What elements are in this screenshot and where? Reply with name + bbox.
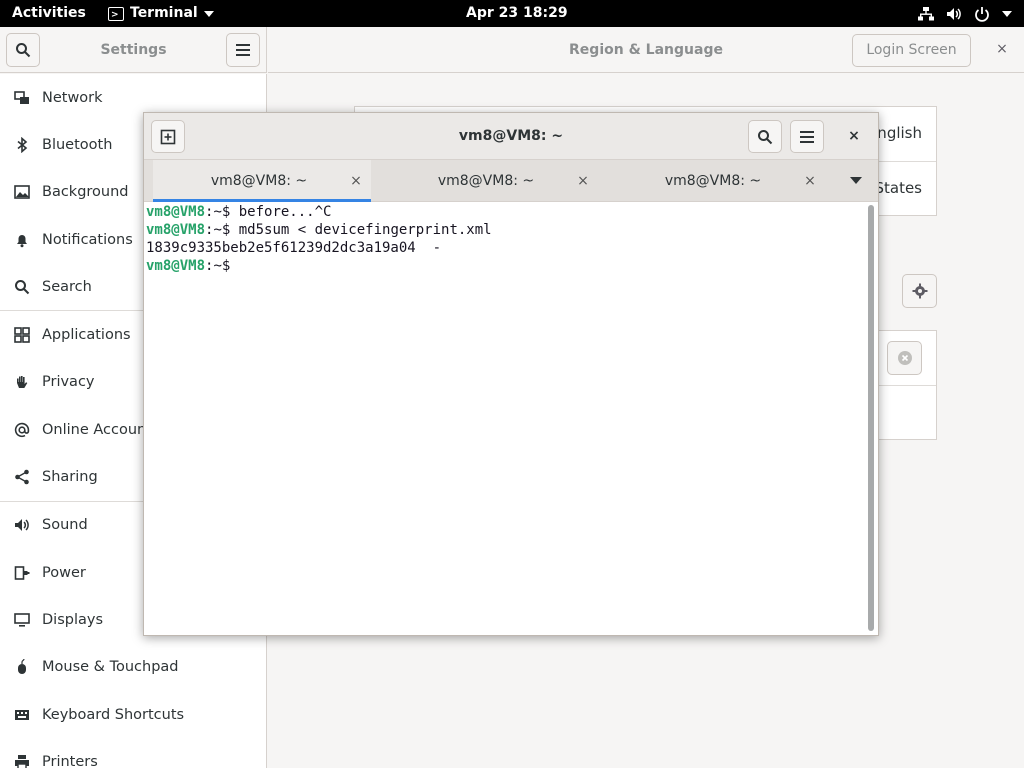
sidebar-item-label: Online Accounts	[42, 421, 160, 438]
background-icon	[14, 184, 30, 200]
terminal-window: vm8@VM8: ~ × vm8@VM8: ~ × vm8@VM8: ~ × v…	[143, 112, 879, 636]
terminal-tab-bar: vm8@VM8: ~ × vm8@VM8: ~ × vm8@VM8: ~ ×	[144, 160, 878, 202]
terminal-search-button[interactable]	[748, 120, 782, 153]
sidebar-item-label: Privacy	[42, 374, 95, 391]
settings-search-button[interactable]	[6, 33, 40, 67]
volume-icon	[946, 6, 962, 22]
speaker-icon	[14, 517, 30, 533]
terminal-tab[interactable]: vm8@VM8: ~ ×	[380, 160, 598, 202]
sidebar-item-label: Applications	[42, 327, 131, 344]
mouse-icon	[14, 659, 30, 675]
gear-icon	[912, 283, 927, 299]
sidebar-item-label: Displays	[42, 611, 104, 628]
app-menu[interactable]: Terminal	[108, 0, 214, 29]
close-icon[interactable]: ×	[992, 39, 1012, 59]
hamburger-icon	[800, 130, 814, 143]
sidebar-item-label: Keyboard Shortcuts	[42, 706, 185, 723]
sidebar-item-label: Search	[42, 278, 92, 295]
terminal-menu-button[interactable]	[790, 120, 824, 153]
remove-icon	[897, 351, 912, 365]
tab-close-icon[interactable]: ×	[795, 173, 825, 189]
remove-input-source-button[interactable]	[887, 341, 922, 375]
chevron-down-icon	[1002, 10, 1012, 17]
terminal-line: vm8@VM8:~$ before...^C	[146, 204, 332, 220]
terminal-tab[interactable]: vm8@VM8: ~ ×	[607, 160, 825, 202]
sidebar-item-label: Network	[42, 89, 103, 106]
terminal-line: vm8@VM8:~$ md5sum < devicefingerprint.xm…	[146, 222, 492, 238]
clock[interactable]: Apr 23 18:29	[466, 0, 568, 27]
close-icon[interactable]: ×	[844, 126, 864, 146]
sidebar-item-mouse-touchpad[interactable]: Mouse & Touchpad	[0, 644, 266, 691]
search-icon	[758, 129, 773, 144]
active-tab-indicator	[153, 199, 371, 202]
terminal-tab[interactable]: vm8@VM8: ~ ×	[153, 160, 371, 202]
printer-icon	[14, 754, 30, 768]
tab-label: vm8@VM8: ~	[437, 173, 535, 189]
applications-grid-icon	[14, 327, 30, 343]
sidebar-item-label: Printers	[42, 753, 98, 768]
keyboard-icon	[14, 707, 30, 723]
tab-close-icon[interactable]: ×	[568, 173, 598, 189]
search-icon	[14, 279, 30, 295]
bluetooth-icon	[14, 136, 30, 153]
system-tray[interactable]	[918, 0, 1012, 27]
terminal-header: vm8@VM8: ~ ×	[144, 113, 878, 160]
sidebar-item-label: Background	[42, 184, 129, 201]
power-icon	[974, 6, 990, 22]
new-tab-button[interactable]	[151, 120, 185, 153]
tab-label: vm8@VM8: ~	[664, 173, 762, 189]
input-source-options-button[interactable]	[902, 274, 937, 308]
power-plug-icon	[14, 565, 30, 581]
bell-icon	[14, 232, 30, 248]
network-wired-icon	[918, 6, 934, 22]
login-screen-button[interactable]: Login Screen	[852, 34, 971, 67]
sidebar-item-printers[interactable]: Printers	[0, 738, 266, 768]
sidebar-item-label: Sound	[42, 517, 88, 534]
activities-button[interactable]: Activities	[12, 0, 86, 27]
sidebar-item-label: Notifications	[42, 231, 133, 248]
share-icon	[14, 469, 30, 485]
new-tab-icon	[160, 129, 176, 144]
sidebar-item-label: Sharing	[42, 469, 98, 486]
sidebar-item-keyboard-shortcuts[interactable]: Keyboard Shortcuts	[0, 691, 266, 738]
app-menu-label: Terminal	[130, 5, 198, 21]
top-bar: Activities Terminal Apr 23 18:29	[0, 0, 1024, 29]
sidebar-item-label: Bluetooth	[42, 136, 113, 153]
tab-close-icon[interactable]: ×	[341, 173, 371, 189]
sidebar-item-label: Power	[42, 564, 86, 581]
hamburger-icon	[236, 44, 250, 56]
terminal-line: vm8@VM8:~$	[146, 258, 231, 274]
settings-sidebar-header: Settings	[0, 27, 267, 73]
chevron-down-icon[interactable]	[850, 177, 862, 184]
terminal-output[interactable]: vm8@VM8:~$ before...^C vm8@VM8:~$ md5sum…	[144, 203, 866, 635]
settings-menu-button[interactable]	[226, 33, 260, 67]
network-icon	[14, 90, 30, 106]
settings-main-header: Region & Language Login Screen ×	[268, 27, 1024, 73]
tab-label: vm8@VM8: ~	[210, 173, 308, 189]
search-icon	[16, 43, 31, 58]
terminal-icon	[108, 2, 124, 29]
at-sign-icon	[14, 422, 30, 438]
terminal-scrollbar[interactable]	[868, 205, 874, 631]
sidebar-item-label: Mouse & Touchpad	[42, 659, 179, 676]
formats-value: States	[874, 179, 922, 197]
hand-icon	[14, 374, 30, 390]
chevron-down-icon	[203, 10, 214, 17]
terminal-line: 1839c9335beb2e5f61239d2dc3a19a04 -	[146, 240, 442, 256]
display-icon	[14, 612, 30, 628]
